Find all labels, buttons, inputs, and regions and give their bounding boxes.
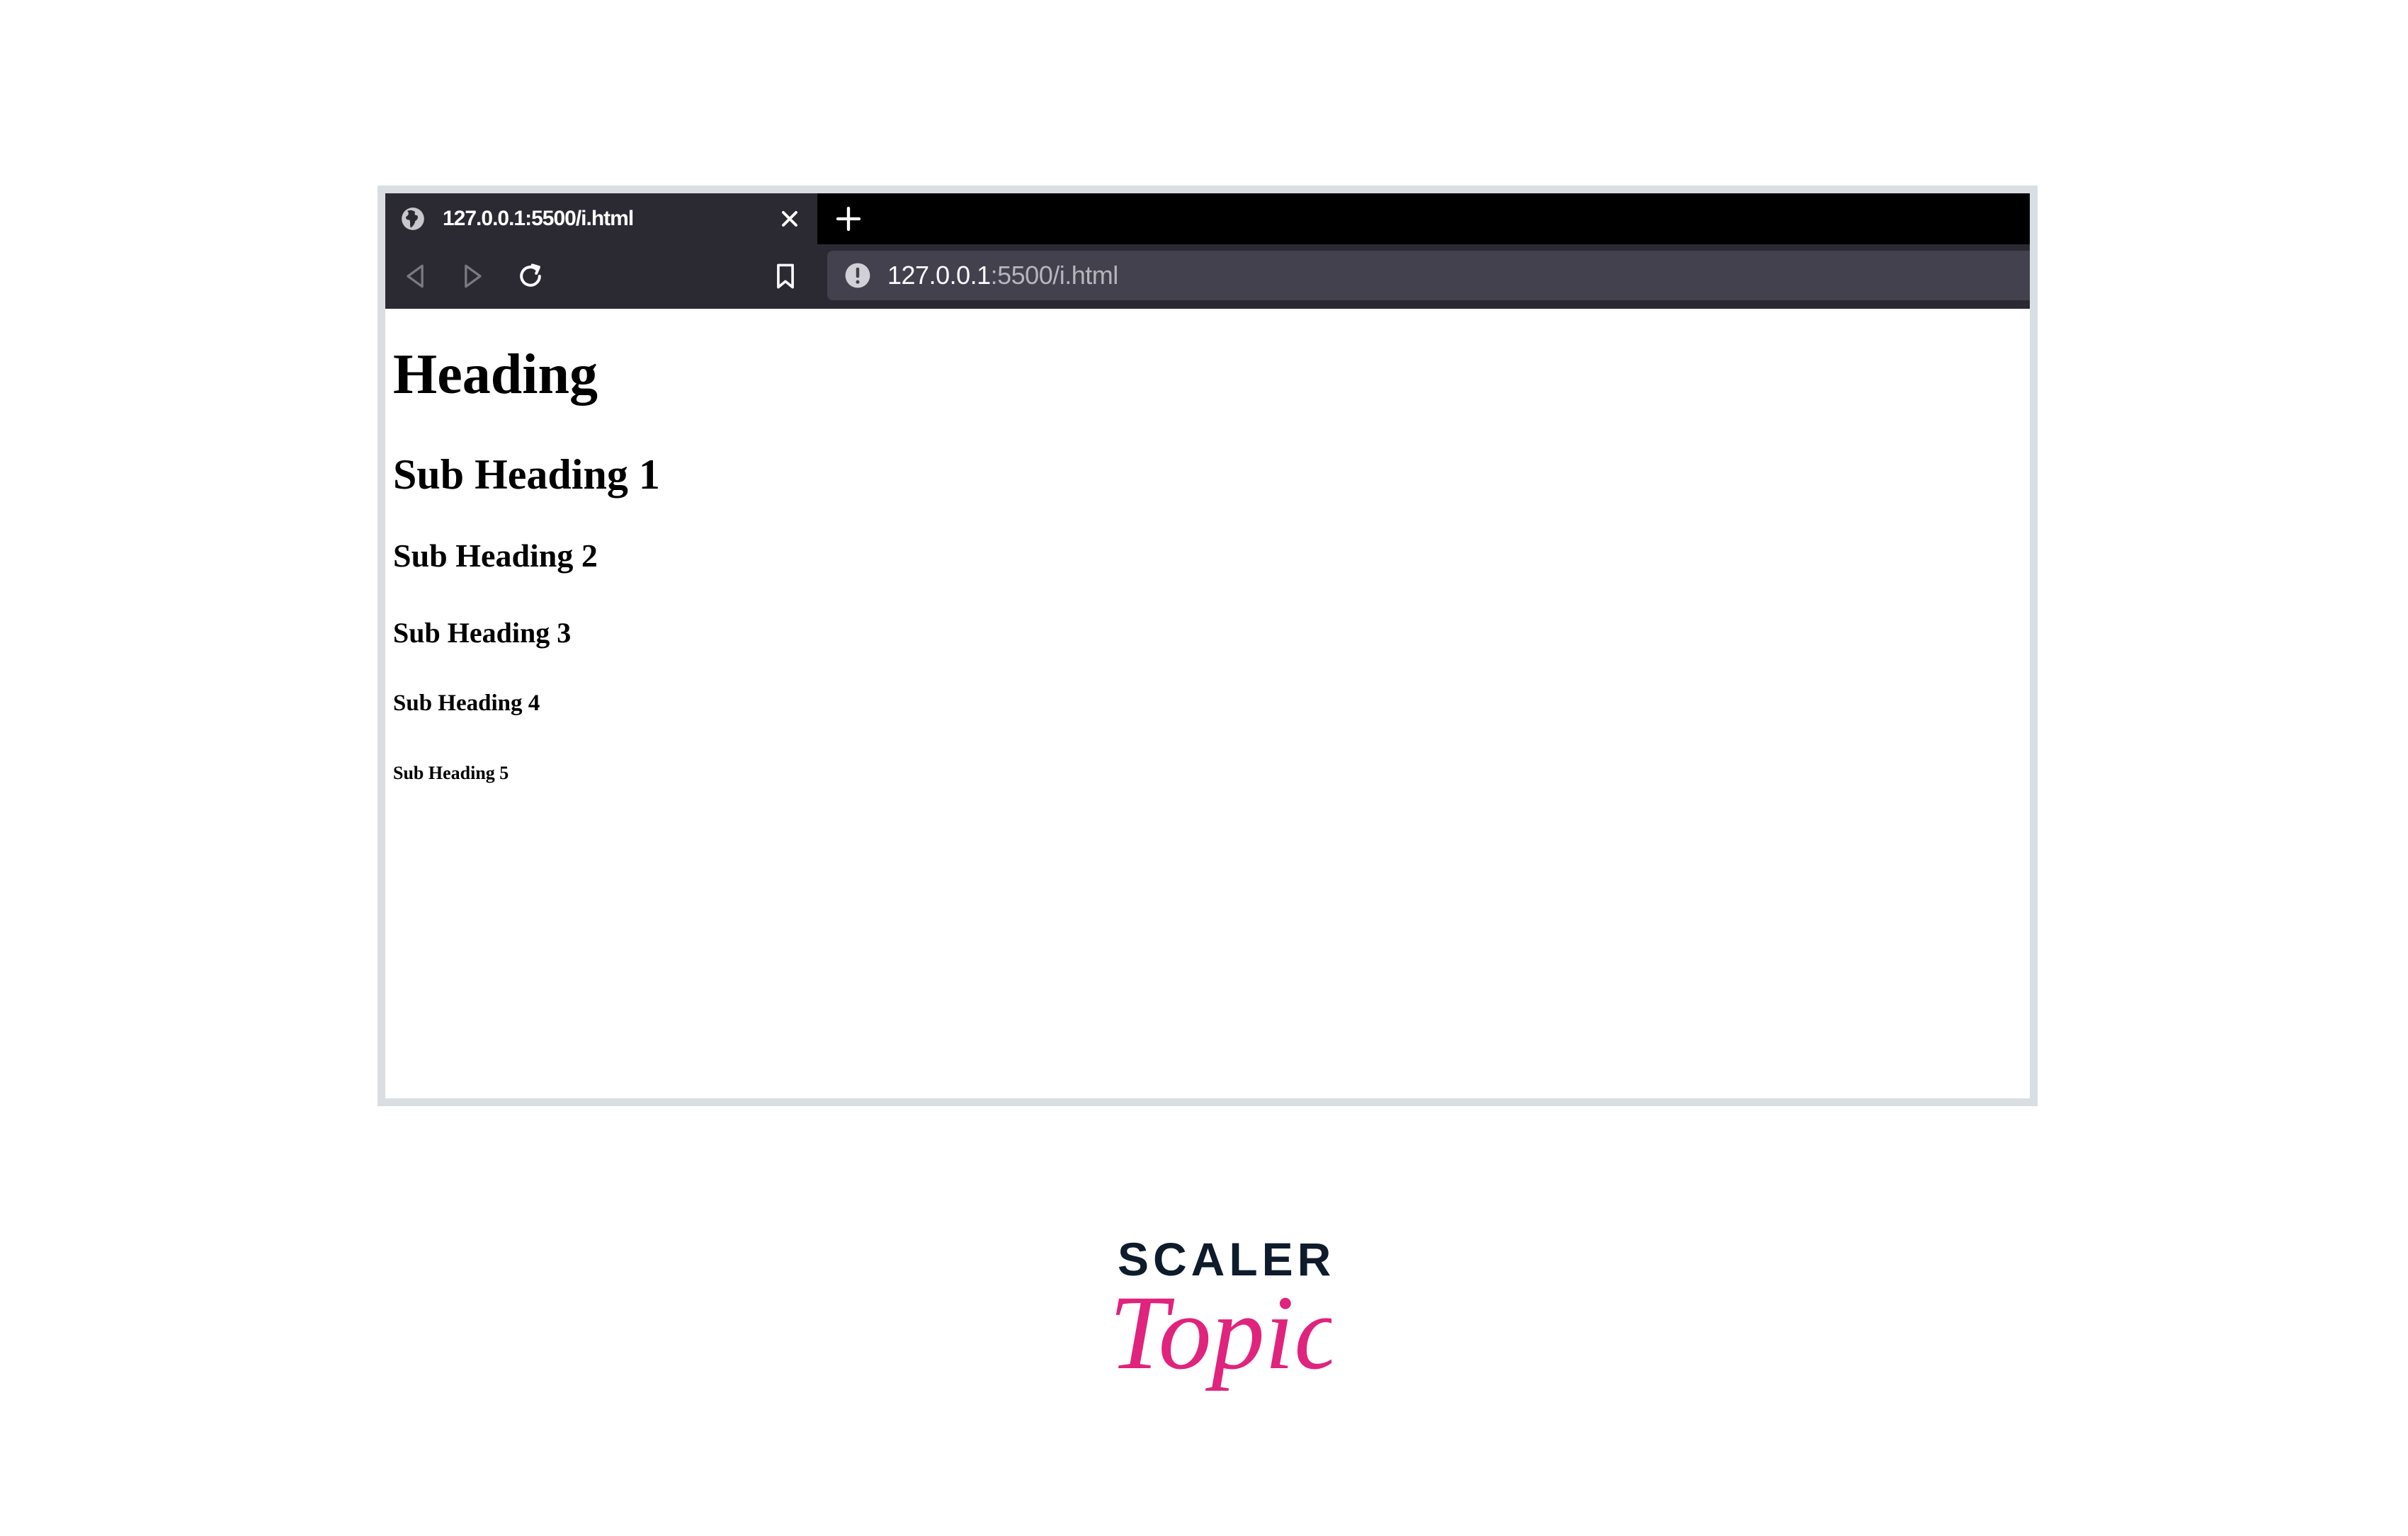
heading: Heading — [393, 343, 598, 406]
plus-icon[interactable] — [834, 205, 863, 233]
logo-topics-script: Topics — [1109, 1274, 1331, 1392]
browser-tab[interactable]: 127.0.0.1:5500/i.html — [385, 193, 817, 244]
navigation-toolbar: 127.0.0.1:5500/i.html — [385, 244, 2030, 309]
scaler-topics-logo: SCALER Topics — [1105, 1232, 1331, 1416]
close-icon[interactable] — [777, 206, 802, 232]
bookmark-icon[interactable] — [770, 261, 801, 292]
sub-heading-1: Sub Heading 1 — [393, 451, 660, 498]
address-bar[interactable]: 127.0.0.1:5500/i.html — [827, 251, 2030, 300]
reload-icon[interactable] — [515, 261, 546, 292]
info-icon[interactable] — [844, 262, 871, 289]
page-content: Heading Sub Heading 1 Sub Heading 2 Sub … — [385, 309, 2030, 1098]
forward-arrow-icon[interactable] — [457, 261, 488, 292]
url-host: 127.0.0.1 — [887, 261, 991, 290]
sub-heading-4: Sub Heading 4 — [393, 690, 540, 716]
url-path: :5500/i.html — [990, 261, 1119, 290]
globe-icon — [402, 207, 424, 230]
sub-heading-5: Sub Heading 5 — [393, 763, 509, 783]
browser-window: 127.0.0.1:5500/i.html 127.0.0.1:5500/i.h… — [377, 186, 2038, 1106]
logo-topics-text: Topics — [1109, 1274, 1331, 1392]
tab-bar: 127.0.0.1:5500/i.html — [385, 193, 2030, 244]
back-arrow-icon[interactable] — [400, 261, 431, 292]
sub-heading-3: Sub Heading 3 — [393, 617, 572, 649]
sub-heading-2: Sub Heading 2 — [393, 537, 598, 574]
tab-title: 127.0.0.1:5500/i.html — [443, 207, 634, 230]
url-text: 127.0.0.1:5500/i.html — [887, 251, 1118, 300]
